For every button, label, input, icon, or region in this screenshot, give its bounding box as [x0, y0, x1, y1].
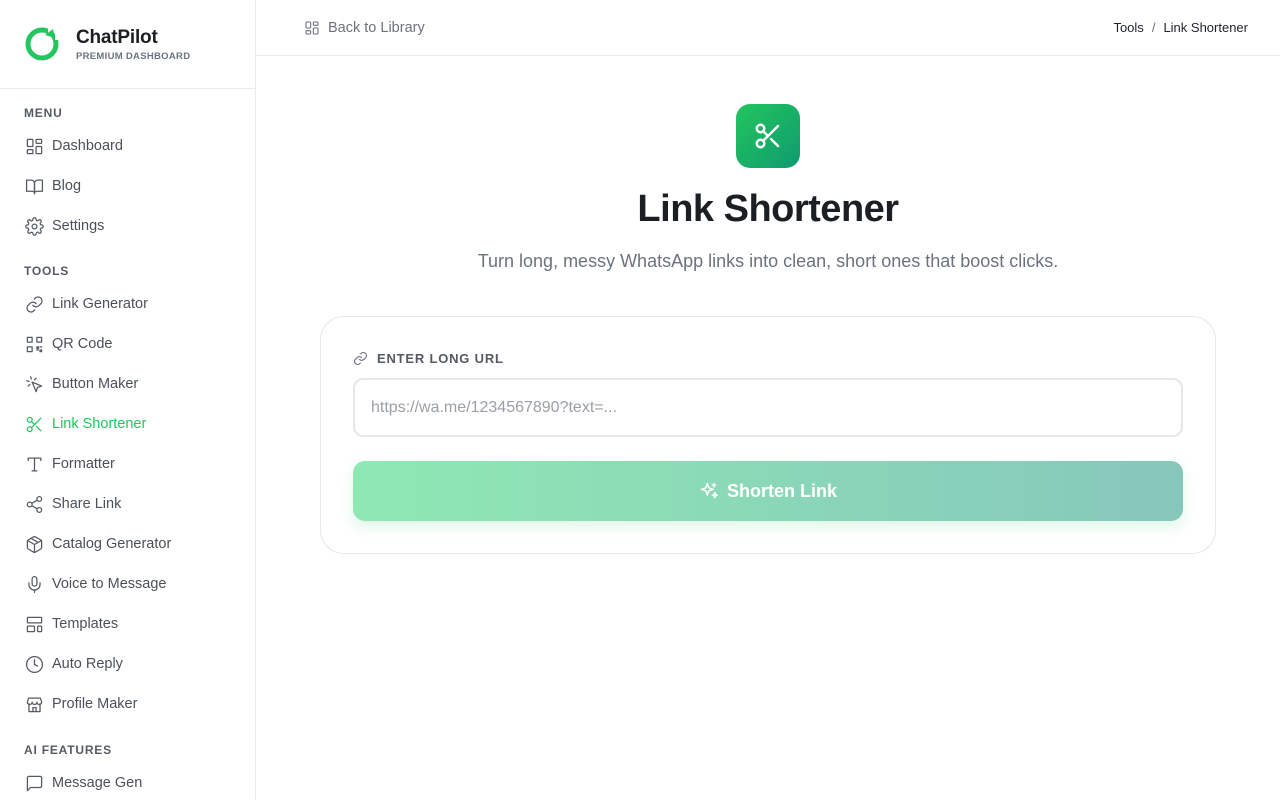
dashboard-icon [305, 20, 319, 35]
menu-section-title: MENU [24, 106, 63, 120]
sidebar-item-label: Link Generator [52, 296, 148, 312]
sidebar-item-voice-to-message[interactable]: Voice to Message [0, 564, 255, 604]
store-icon [24, 694, 44, 714]
sidebar-item-label: QR Code [52, 336, 113, 352]
ai-features-section-title: AI FEATURES [24, 743, 112, 757]
shortener-card: ENTER LONG URL Shorten Link [320, 316, 1216, 554]
sidebar-item-formatter[interactable]: Formatter [0, 444, 255, 484]
sidebar-item-label: Profile Maker [52, 696, 138, 712]
sidebar: ChatPilot PREMIUM DASHBOARD MENU Dashboa… [0, 0, 256, 800]
sidebar-item-profile-maker[interactable]: Profile Maker [0, 684, 255, 724]
brand-subtitle: PREMIUM DASHBOARD [76, 50, 191, 62]
sidebar-item-label: Templates [52, 616, 119, 632]
layout-icon [24, 614, 44, 634]
shorten-link-button[interactable]: Shorten Link [353, 461, 1183, 521]
scissors-icon [24, 414, 44, 434]
sidebar-item-dashboard[interactable]: Dashboard [0, 126, 255, 166]
sidebar-item-share-link[interactable]: Share Link [0, 484, 255, 524]
tools-list: Link Generator QR Code Button Maker Link… [0, 284, 255, 724]
sidebar-item-label: Dashboard [52, 138, 123, 154]
link-shortener-hero-icon [736, 104, 800, 168]
dashboard-icon [24, 136, 44, 156]
sidebar-item-label: Catalog Generator [52, 536, 172, 552]
brand[interactable]: ChatPilot PREMIUM DASHBOARD [0, 0, 255, 89]
sidebar-item-label: Message Gen [52, 775, 143, 791]
cursor-click-icon [24, 374, 44, 394]
gear-icon [24, 216, 44, 236]
shorten-link-label: Shorten Link [726, 480, 837, 501]
ai-features-list: Message Gen [0, 763, 255, 800]
brand-name: ChatPilot [76, 26, 158, 48]
long-url-label-text: ENTER LONG URL [377, 351, 504, 366]
breadcrumb-current: Link Shortener [1163, 20, 1248, 35]
package-icon [24, 534, 44, 554]
link-icon [24, 294, 44, 314]
sparkles-icon [700, 482, 719, 499]
long-url-input[interactable] [353, 378, 1183, 437]
main-content: Back to Library Tools / Link Shortener L… [256, 0, 1280, 800]
sidebar-item-settings[interactable]: Settings [0, 206, 255, 246]
sidebar-item-templates[interactable]: Templates [0, 604, 255, 644]
page-subtitle: Turn long, messy WhatsApp links into cle… [477, 251, 1059, 271]
menu-list: Dashboard Blog Settings [0, 126, 255, 246]
sidebar-item-label: Settings [52, 218, 105, 234]
long-url-label: ENTER LONG URL [353, 351, 504, 366]
qr-code-icon [24, 334, 44, 354]
sidebar-item-link-shortener[interactable]: Link Shortener [0, 404, 255, 444]
sidebar-item-message-gen[interactable]: Message Gen [0, 763, 255, 800]
type-icon [24, 454, 44, 474]
sidebar-item-label: Formatter [52, 456, 115, 472]
microphone-icon [24, 574, 44, 594]
sidebar-item-label: Auto Reply [52, 656, 123, 672]
breadcrumb: Tools / Link Shortener [1113, 20, 1248, 35]
sidebar-item-label: Blog [52, 178, 82, 194]
sidebar-item-label: Share Link [52, 496, 122, 512]
sidebar-item-label: Button Maker [52, 376, 139, 392]
back-to-library-link[interactable]: Back to Library [304, 20, 425, 36]
logo-icon [25, 27, 60, 61]
breadcrumb-tools[interactable]: Tools [1113, 20, 1143, 35]
page-title: Link Shortener [637, 188, 899, 230]
back-to-library-label: Back to Library [328, 19, 425, 36]
scissors-icon [755, 123, 780, 149]
clock-icon [24, 654, 44, 674]
message-square-icon [24, 773, 44, 793]
top-bar: Back to Library Tools / Link Shortener [256, 0, 1280, 56]
sidebar-item-blog[interactable]: Blog [0, 166, 255, 206]
tools-section-title: TOOLS [24, 264, 70, 278]
share-icon [24, 494, 44, 514]
sidebar-item-auto-reply[interactable]: Auto Reply [0, 644, 255, 684]
breadcrumb-separator: / [1151, 20, 1156, 35]
sidebar-item-link-generator[interactable]: Link Generator [0, 284, 255, 324]
sidebar-item-qr-code[interactable]: QR Code [0, 324, 255, 364]
link-icon [354, 352, 367, 365]
sidebar-item-label: Voice to Message [52, 576, 167, 592]
sidebar-item-button-maker[interactable]: Button Maker [0, 364, 255, 404]
book-icon [24, 176, 44, 196]
sidebar-item-label: Link Shortener [52, 416, 147, 432]
sidebar-item-catalog-generator[interactable]: Catalog Generator [0, 524, 255, 564]
